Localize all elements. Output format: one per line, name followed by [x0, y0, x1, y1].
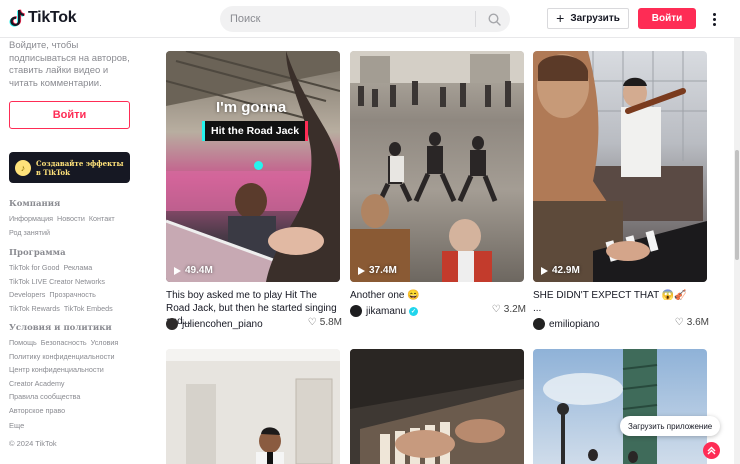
avatar[interactable]: [166, 318, 178, 330]
footer-link[interactable]: Creator Academy: [9, 378, 65, 391]
author-name[interactable]: emiliopiano: [549, 319, 600, 330]
view-count: 37.4M: [358, 265, 397, 276]
video-thumbnail[interactable]: [166, 349, 340, 464]
effects-label: Создавайте эффекты в TikTok: [36, 158, 124, 177]
like-count-value: 5.8M: [319, 317, 342, 328]
footer-link[interactable]: Новости: [57, 213, 85, 226]
heart-icon: ♡: [307, 317, 317, 328]
search-button[interactable]: [478, 6, 510, 32]
video-thumbnail[interactable]: I'm gonna Hit the Road Jack 49.4M: [166, 51, 340, 282]
video-thumbnail[interactable]: 37.4M: [350, 51, 524, 282]
like-count-value: 3.2M: [503, 304, 526, 315]
create-effects-banner[interactable]: ♪ Создавайте эффекты в TikTok: [9, 152, 130, 183]
footer-link[interactable]: Условия: [91, 337, 119, 350]
footer-section-policies: Условия и политики Помощь Безопасность У…: [9, 323, 137, 417]
header-login-button[interactable]: Войти: [638, 8, 696, 29]
sidebar-login-button[interactable]: Войти: [9, 101, 130, 129]
top-header: TikTok + Загрузить Войти: [0, 0, 740, 38]
play-icon: [541, 266, 548, 275]
author-row: jikamanu ✓ ♡ 3.2M: [350, 304, 526, 318]
like-count: ♡ 3.6M: [675, 317, 709, 328]
footer-link[interactable]: Developers: [9, 289, 45, 302]
footer-section-program: Программа TikTok for Good Реклама TikTok…: [9, 248, 137, 315]
video-thumbnail-image: [533, 349, 707, 464]
footer-link[interactable]: Правила сообщества: [9, 391, 80, 404]
caption-text: SHE DIDN'T EXPECT THAT 😱🎻: [533, 290, 687, 301]
footer-link[interactable]: Центр конфиденциальности: [9, 364, 104, 377]
overlay-caption-line2: Hit the Road Jack: [202, 121, 309, 141]
like-count: ♡ 3.2M: [492, 304, 526, 315]
video-caption[interactable]: SHE DIDN'T EXPECT THAT 😱🎻 ...: [533, 289, 709, 315]
footer-link[interactable]: Род занятий: [9, 227, 50, 240]
view-count: 49.4M: [174, 265, 213, 276]
footer-link[interactable]: Безопасность: [41, 337, 87, 350]
heart-icon: ♡: [491, 304, 501, 315]
avatar[interactable]: [350, 305, 362, 317]
plus-icon: +: [556, 10, 565, 26]
video-thumbnail-image: [166, 51, 340, 282]
video-caption[interactable]: Another one 😄: [350, 289, 526, 302]
effects-icon: ♪: [15, 159, 31, 176]
footer-link[interactable]: TikTok Rewards: [9, 303, 60, 316]
verified-badge-icon: ✓: [409, 306, 419, 316]
sticker-dot: [254, 161, 263, 170]
footer-link[interactable]: Политику конфиденциальности: [9, 351, 115, 364]
footer-link[interactable]: Авторское право: [9, 405, 65, 418]
author-row: emiliopiano ♡ 3.6M: [533, 317, 709, 331]
video-thumbnail-image: [166, 349, 340, 464]
footer-link[interactable]: Прозрачность: [49, 289, 96, 302]
view-count-value: 42.9M: [552, 265, 580, 276]
caption-ellipsis: ...: [533, 303, 542, 314]
footer-link[interactable]: Информация: [9, 213, 53, 226]
like-count-value: 3.6M: [686, 317, 709, 328]
footer-heading: Программа: [9, 248, 66, 258]
get-app-button[interactable]: Загрузить приложение: [620, 416, 721, 436]
play-icon: [358, 266, 365, 275]
arrow-up-icon: [707, 446, 716, 455]
author-row: juliencohen_piano ♡ 5.8M: [166, 317, 342, 331]
sidebar: Войдите, чтобы подписываться на авторов,…: [0, 38, 145, 464]
author-name[interactable]: jikamanu: [366, 306, 406, 317]
footer-link[interactable]: TikTok LIVE Creator Networks: [9, 276, 105, 289]
upload-label: Загрузить: [570, 13, 620, 24]
video-thumbnail-image: [350, 349, 524, 464]
footer-link[interactable]: TikTok Embeds: [64, 303, 113, 316]
scrollbar-thumb[interactable]: [735, 150, 739, 260]
footer-link[interactable]: Помощь: [9, 337, 37, 350]
overlay-caption-line1: I'm gonna: [216, 99, 287, 116]
like-count: ♡ 5.8M: [308, 317, 342, 328]
footer-link[interactable]: Контакт: [89, 213, 115, 226]
video-thumbnail[interactable]: [533, 349, 707, 464]
logo-text: TikTok: [28, 9, 77, 26]
view-count: 42.9M: [541, 265, 580, 276]
scroll-top-button[interactable]: [703, 442, 720, 459]
copyright: © 2024 TikTok: [9, 439, 57, 448]
more-menu-icon[interactable]: [708, 9, 720, 29]
tiktok-note-icon: [9, 9, 25, 27]
search-input[interactable]: [230, 6, 470, 32]
login-promo-text: Войдите, чтобы подписываться на авторов,…: [9, 40, 130, 89]
tiktok-logo[interactable]: TikTok: [9, 9, 77, 27]
footer-section-company: Компания Информация Новости Контакт Род …: [9, 199, 137, 239]
footer-link[interactable]: Реклама: [63, 262, 92, 275]
footer-more-link[interactable]: Еще: [9, 421, 24, 430]
author-name[interactable]: juliencohen_piano: [182, 319, 263, 330]
view-count-value: 49.4M: [185, 265, 213, 276]
search-divider: [475, 11, 476, 27]
avatar[interactable]: [533, 318, 545, 330]
footer-link[interactable]: TikTok for Good: [9, 262, 59, 275]
heart-icon: ♡: [674, 317, 684, 328]
search-icon: [487, 12, 501, 26]
footer-heading: Компания: [9, 199, 61, 209]
play-icon: [174, 266, 181, 275]
search-bar: [220, 6, 510, 32]
video-thumbnail[interactable]: [350, 349, 524, 464]
view-count-value: 37.4M: [369, 265, 397, 276]
video-thumbnail-image: [350, 51, 524, 282]
upload-button[interactable]: + Загрузить: [547, 8, 629, 29]
video-thumbnail-image: [533, 51, 707, 282]
video-thumbnail[interactable]: 42.9M: [533, 51, 707, 282]
footer-heading: Условия и политики: [9, 323, 112, 333]
